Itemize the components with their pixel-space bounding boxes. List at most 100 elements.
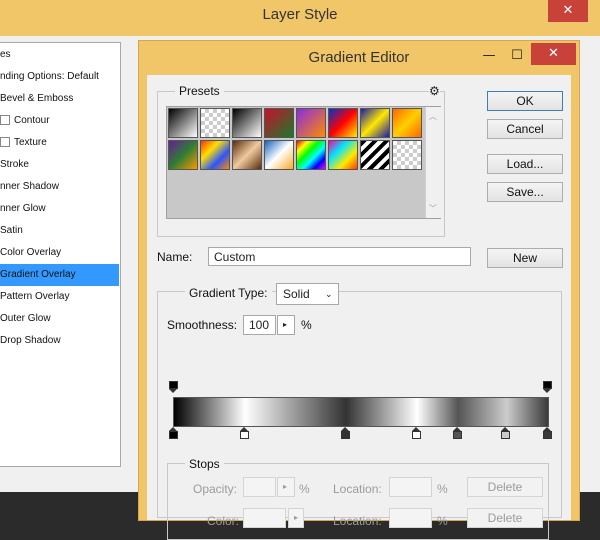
color-stop[interactable] [542,427,552,439]
preset-swatch[interactable] [328,108,358,138]
preset-swatch[interactable] [360,140,390,170]
style-list-item[interactable]: nding Options: Default [0,66,119,88]
presets-scrollbar[interactable]: ︿ ﹀ [425,107,441,218]
presets-label: Presets [175,84,224,98]
preset-swatch[interactable] [232,140,262,170]
opacity-input[interactable] [243,477,276,497]
color-stop[interactable] [239,427,249,439]
gradient-editor-window: Gradient Editor — ☐ ✕ Presets ⚙ ︿ ﹀ OK C… [138,40,580,540]
layer-style-title: Layer Style [262,6,338,23]
minimize-button[interactable]: — [475,45,503,67]
opacity-unit: % [299,482,310,496]
scroll-down-icon[interactable]: ﹀ [429,203,437,214]
smoothness-slider-toggle[interactable]: ▸ [277,315,295,335]
style-list-item[interactable]: nner Glow [0,198,119,220]
opacity-stop[interactable] [542,381,552,393]
scroll-up-icon[interactable]: ︿ [429,111,437,122]
opacity-stops-track[interactable] [168,381,552,393]
style-list-item[interactable]: Texture [0,132,119,154]
preset-swatch[interactable] [168,140,198,170]
color-picker-toggle[interactable]: ▸ [288,508,304,528]
preset-swatch[interactable] [296,108,326,138]
preset-swatch[interactable] [296,140,326,170]
stops-label: Stops [185,457,224,471]
save-button[interactable]: Save... [487,182,563,202]
style-list-label: Satin [0,225,23,236]
color-stops-track[interactable] [168,427,552,441]
smoothness-input[interactable]: 100 [243,315,276,335]
style-list-label: Stroke [0,159,29,170]
preset-swatch[interactable] [392,140,422,170]
gear-icon[interactable]: ⚙ [429,84,440,98]
opacity-location-input[interactable] [389,477,432,497]
style-list-item[interactable]: es [0,44,119,66]
style-list-item[interactable]: Contour [0,110,119,132]
style-list-label: es [0,49,11,60]
gradient-editor-body: Presets ⚙ ︿ ﹀ OK Cancel Load... Save... … [147,75,571,540]
preset-swatch[interactable] [264,140,294,170]
layer-style-close-button[interactable]: ✕ [548,0,588,22]
color-location-label: Location: [333,514,382,528]
preset-swatch-grid [167,107,423,218]
presets-panel: ︿ ﹀ [166,106,441,219]
style-list-item[interactable]: Gradient Overlay [0,264,119,286]
preset-swatch[interactable] [200,140,230,170]
style-list-item[interactable]: nner Shadow [0,176,119,198]
style-list-label: nding Options: Default [0,71,99,82]
gradient-type-label: Gradient Type: [185,286,272,300]
gradient-preview-bar[interactable] [173,397,549,427]
opacity-location-label: Location: [333,482,382,496]
style-list-item[interactable]: Drop Shadow [0,330,119,352]
style-list-item[interactable]: Bevel & Emboss [0,88,119,110]
chevron-down-icon: ⌄ [325,289,333,299]
color-stop[interactable] [501,427,511,439]
preset-swatch[interactable] [392,108,422,138]
style-list-label: Gradient Overlay [0,269,76,280]
gradient-type-value: Solid [283,287,310,301]
load-button[interactable]: Load... [487,154,563,174]
maximize-button[interactable]: ☐ [503,45,531,67]
style-list-label: Texture [14,137,47,148]
style-list-item[interactable]: Stroke [0,154,119,176]
new-button[interactable]: New [487,248,563,268]
color-stop[interactable] [411,427,421,439]
color-stop[interactable] [452,427,462,439]
gradient-type-select[interactable]: Solid ⌄ [276,283,339,305]
close-button[interactable]: ✕ [531,43,576,65]
style-checkbox[interactable] [0,115,10,126]
name-input[interactable]: Custom [208,247,471,266]
style-list-label: Contour [14,115,50,126]
preset-swatch[interactable] [232,108,262,138]
preset-swatch[interactable] [328,140,358,170]
triangle-right-icon: ▸ [283,320,288,329]
preset-swatch[interactable] [264,108,294,138]
name-label: Name: [157,250,193,264]
style-list-label: Outer Glow [0,313,51,324]
opacity-stop[interactable] [168,381,178,393]
opacity-slider-toggle[interactable]: ▸ [277,477,295,497]
style-list-item[interactable]: Color Overlay [0,242,119,264]
style-checkbox[interactable] [0,137,10,148]
color-stop[interactable] [168,427,178,439]
opacity-label: Opacity: [193,482,238,496]
color-location-input[interactable] [389,508,432,528]
delete-opacity-stop-button[interactable]: Delete [467,477,543,497]
cancel-button[interactable]: Cancel [487,119,563,139]
ok-button[interactable]: OK [487,91,563,111]
style-list-item[interactable]: Satin [0,220,119,242]
triangle-right-icon: ▸ [294,513,299,522]
color-label: Color: [207,514,240,528]
style-list-item[interactable]: Pattern Overlay [0,286,119,308]
preset-swatch[interactable] [168,108,198,138]
style-list-label: nner Glow [0,203,46,214]
style-list-item[interactable]: Outer Glow [0,308,119,330]
preset-swatch[interactable] [200,108,230,138]
delete-color-stop-button[interactable]: Delete [467,508,543,528]
preset-swatch[interactable] [360,108,390,138]
smoothness-unit: % [301,318,312,332]
stops-group [167,463,549,540]
color-swatch-field[interactable] [243,508,286,528]
color-location-unit: % [437,514,448,528]
opacity-location-unit: % [437,482,448,496]
color-stop[interactable] [340,427,350,439]
